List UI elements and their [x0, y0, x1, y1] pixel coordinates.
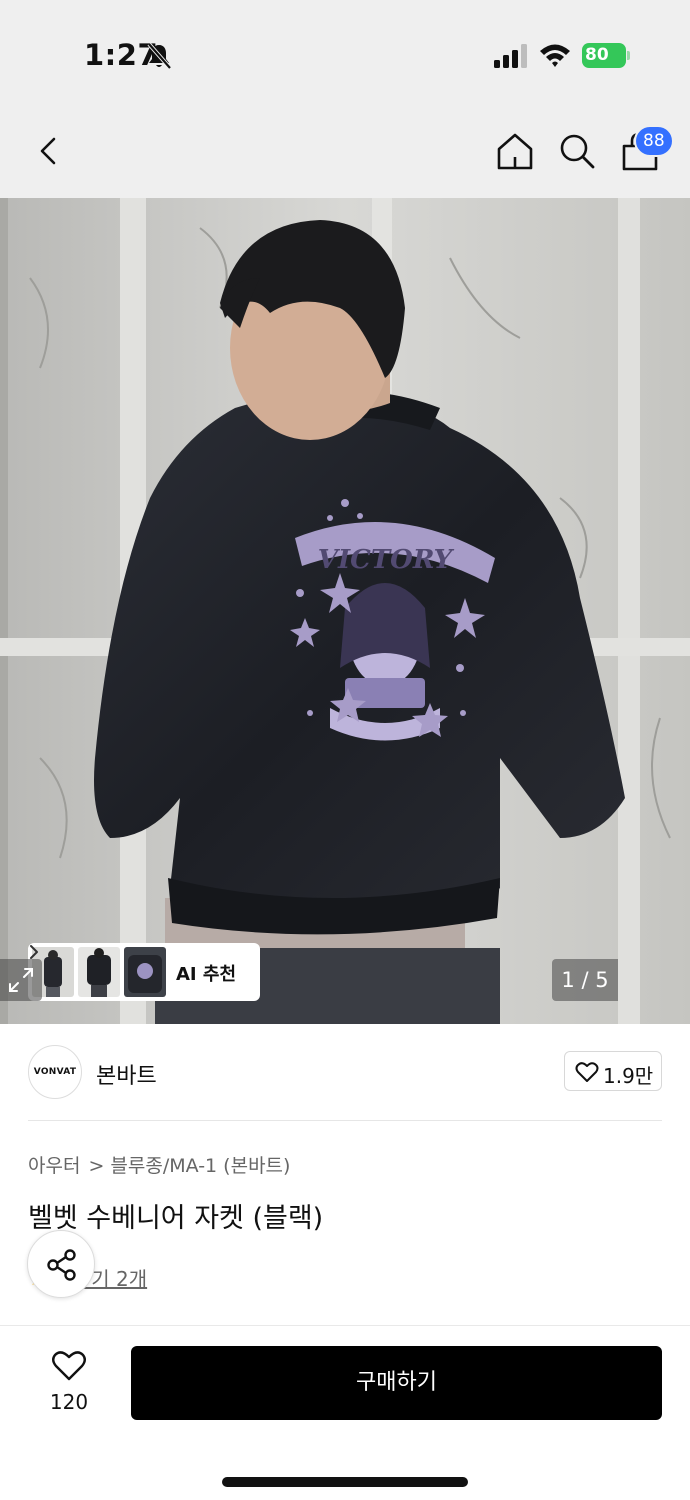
- heart-icon: [575, 1062, 599, 1082]
- share-button[interactable]: [27, 1230, 95, 1298]
- buy-button[interactable]: 구매하기: [131, 1346, 662, 1420]
- product-photo: VICTORY: [0, 198, 690, 1024]
- product-image[interactable]: VICTORY AI 추천 1 / 5: [0, 198, 690, 1024]
- battery-cap: [627, 51, 630, 60]
- cart-count-badge: 88: [634, 125, 674, 157]
- brand-name[interactable]: 본바트: [96, 1058, 157, 1090]
- ai-recommend-chip[interactable]: AI 추천: [28, 943, 260, 1001]
- image-page-indicator: 1 / 5: [552, 959, 618, 1001]
- heart-icon: [52, 1351, 86, 1381]
- home-indicator[interactable]: [222, 1477, 468, 1487]
- svg-text:VICTORY: VICTORY: [318, 545, 455, 575]
- chevron-left-icon[interactable]: [30, 130, 70, 172]
- home-icon[interactable]: [494, 130, 536, 172]
- top-navigation: [0, 100, 690, 198]
- product-title: 벨벳 수베니어 자켓 (블랙): [28, 1203, 324, 1234]
- brand-logo[interactable]: VONVAT: [28, 1045, 82, 1099]
- breadcrumb-subcategory[interactable]: 블루종/MA-1 (본바트): [110, 1155, 290, 1177]
- bell-slash-icon: [147, 42, 172, 70]
- battery-charging-icon: 80: [582, 43, 630, 68]
- brand-like-button[interactable]: 1.9만: [564, 1051, 662, 1091]
- wifi-icon: [540, 44, 570, 67]
- breadcrumb-category[interactable]: 아우터: [28, 1155, 80, 1177]
- bottom-bar-divider: [0, 1325, 690, 1326]
- battery-level: 80: [582, 43, 626, 68]
- breadcrumb: 아우터 > 블루종/MA-1 (본바트): [28, 1151, 290, 1178]
- search-icon[interactable]: [556, 130, 598, 172]
- share-icon: [47, 1249, 76, 1281]
- status-bar: 1:27 80: [0, 0, 690, 100]
- divider: [28, 1120, 662, 1121]
- ai-thumbnail-3: [124, 947, 166, 997]
- breadcrumb-separator-icon: >: [88, 1155, 105, 1177]
- wishlist-button[interactable]: 120: [38, 1348, 100, 1418]
- signal-icon: [494, 44, 527, 68]
- expand-icon[interactable]: [0, 959, 42, 1001]
- brand-like-count: 1.9만: [603, 1064, 654, 1088]
- ai-thumbnail-2: [78, 947, 120, 997]
- ai-recommend-label: AI 추천: [176, 964, 237, 985]
- wishlist-count: 120: [49, 1390, 89, 1414]
